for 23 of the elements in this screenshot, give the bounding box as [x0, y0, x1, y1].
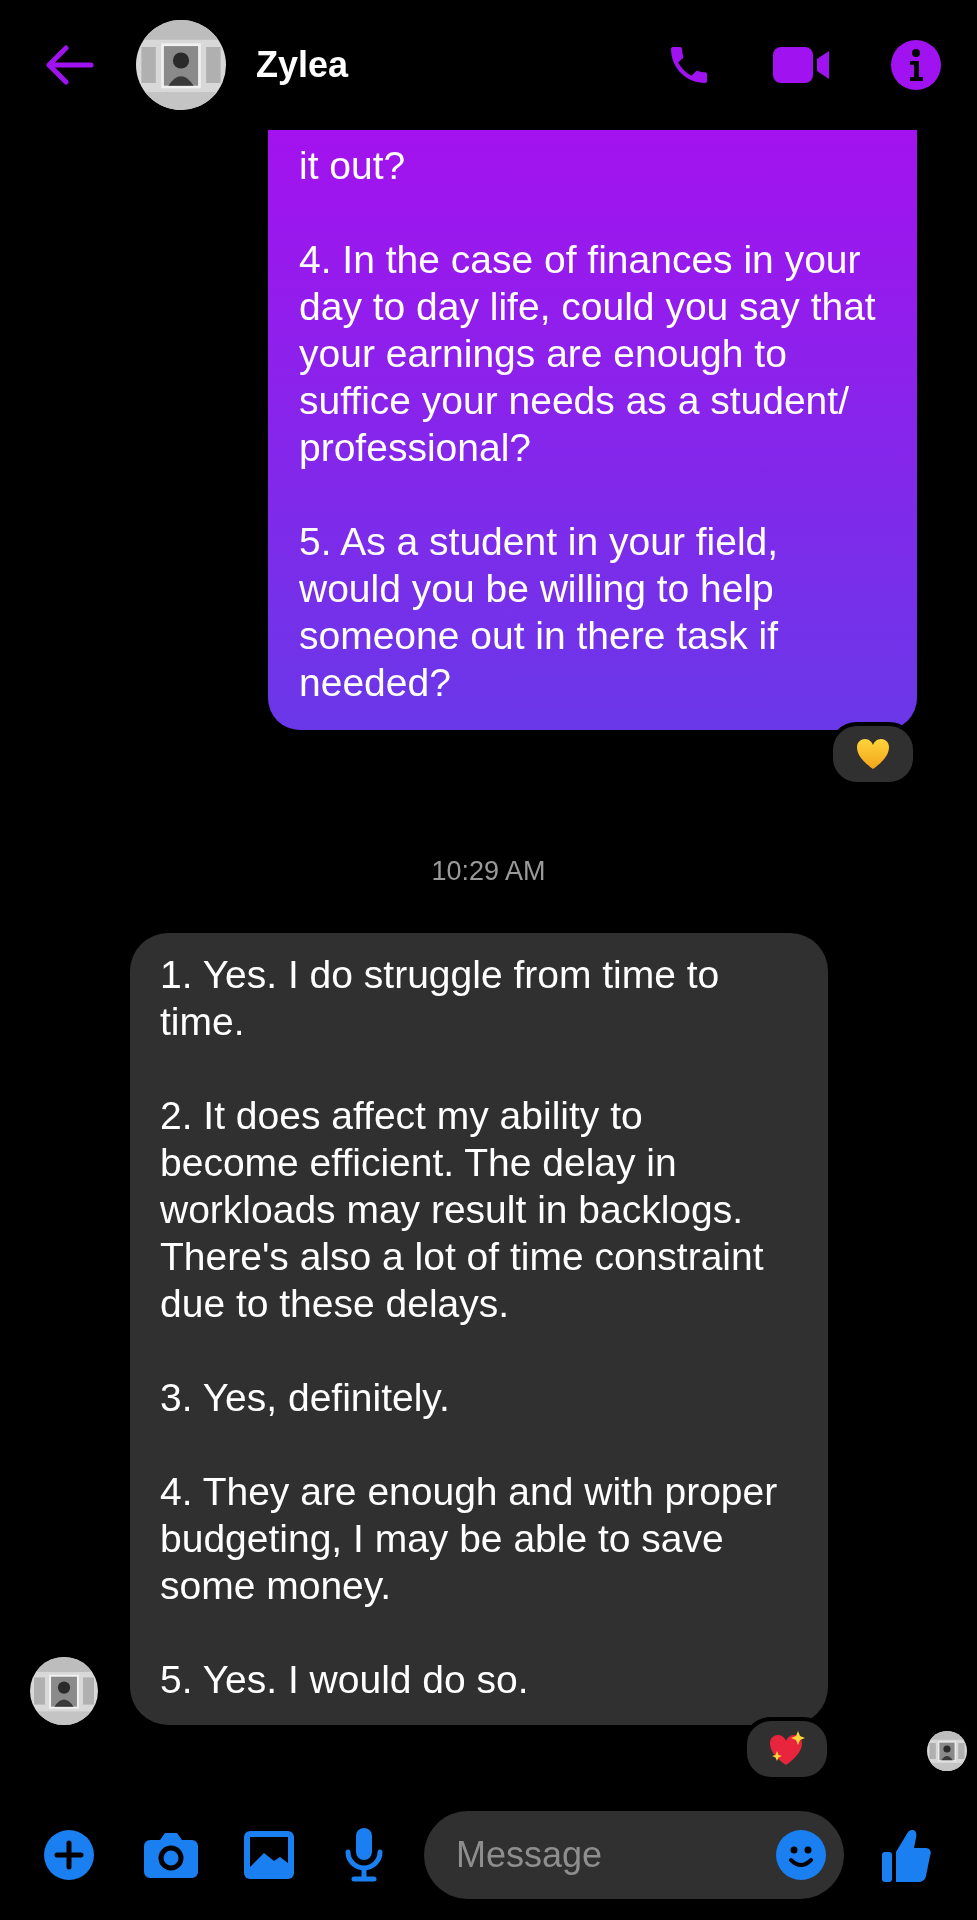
image-icon[interactable] — [244, 1831, 294, 1879]
contact-name[interactable]: Zylea — [256, 44, 665, 86]
info-icon[interactable] — [891, 40, 941, 90]
message-text: 3. Yes, definitely. — [160, 1375, 451, 1421]
message-field[interactable]: Message — [454, 1833, 776, 1877]
timestamp: 10:29 AM — [431, 856, 546, 887]
thumbs-up-icon[interactable] — [882, 1828, 932, 1882]
message-text: 2. It does affect my ability to become efficient. The delay in workloads may result in backlogs. There's also a lot of time constraint due to these delays. — [160, 1093, 765, 1327]
microphone-icon[interactable] — [344, 1828, 384, 1882]
message-text: 5. Yes. I would do so. — [160, 1657, 530, 1703]
message-text: it out? — [299, 143, 407, 189]
sparkling-heart-icon — [768, 1731, 806, 1767]
back-arrow-icon[interactable] — [44, 45, 94, 85]
plus-icon[interactable] — [44, 1830, 94, 1880]
message-text: 4. In the case of finances in your day to day life, could you say that your earnings are enough to suffice your needs as a student/ professional? — [299, 237, 877, 471]
camera-icon[interactable] — [144, 1832, 198, 1878]
message-text: 4. They are enough and with proper budgeting, I may be able to save some money. — [160, 1469, 779, 1609]
message-text: 5. As a student in your field, would you be willing to help someone out in there task if needed? — [299, 519, 780, 706]
video-camera-icon[interactable] — [773, 45, 831, 85]
message-box[interactable]: Message — [424, 1811, 844, 1899]
message-text: 1. Yes. I do struggle from time to time. — [160, 952, 721, 1045]
smiley-icon[interactable] — [776, 1830, 826, 1880]
heart-icon — [856, 738, 890, 770]
